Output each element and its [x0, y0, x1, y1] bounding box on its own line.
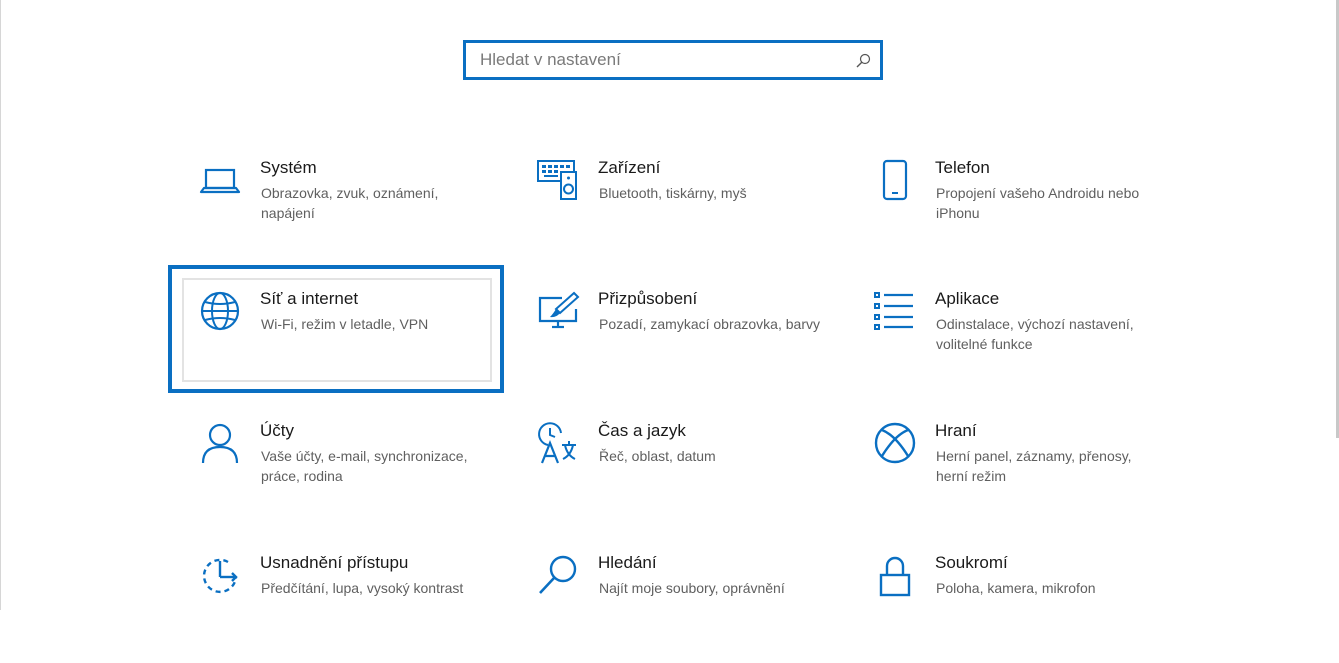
- search-icon[interactable]: [854, 52, 872, 70]
- tile-accounts[interactable]: Účty Vaše účty, e-mail, synchronizace, p…: [178, 421, 488, 531]
- tile-privacy[interactable]: Soukromí Poloha, kamera, mikrofon: [853, 553, 1163, 663]
- tile-ease-of-access[interactable]: Usnadnění přístupu Předčítání, lupa, vys…: [178, 553, 488, 663]
- search-input[interactable]: [466, 43, 846, 77]
- tile-description: Wi-Fi, režim v letadle, VPN: [261, 316, 429, 332]
- phone-icon: [873, 158, 917, 202]
- tile-description: Řeč, oblast, datum: [599, 448, 716, 464]
- search-icon: [536, 553, 580, 597]
- tile-title: Systém: [260, 158, 317, 177]
- tile-personalization[interactable]: Přizpůsobení Pozadí, zamykací obrazovka,…: [516, 289, 826, 399]
- tile-search[interactable]: Hledání Najít moje soubory, oprávnění: [516, 553, 826, 663]
- tile-time-language[interactable]: Čas a jazyk Řeč, oblast, datum: [516, 421, 826, 531]
- tile-title: Telefon: [935, 158, 990, 177]
- tile-title: Čas a jazyk: [598, 421, 686, 440]
- tile-description: Propojení vašeho Androidu nebo iPhonu: [936, 185, 1140, 221]
- lock-icon: [873, 553, 917, 597]
- tile-title: Hledání: [598, 553, 657, 572]
- devices-icon: [536, 158, 580, 202]
- tile-network-internet[interactable]: Síť a internet Wi-Fi, režim v letadle, V…: [178, 289, 488, 399]
- tile-title: Hraní: [935, 421, 977, 440]
- tile-system[interactable]: Systém Obrazovka, zvuk, oznámení, napáje…: [178, 158, 488, 268]
- tile-title: Zařízení: [598, 158, 661, 177]
- personalization-icon: [536, 289, 580, 333]
- tile-title: Účty: [260, 421, 294, 440]
- tile-title: Síť a internet: [260, 289, 359, 308]
- tile-apps[interactable]: Aplikace Odinstalace, výchozí nastavení,…: [853, 289, 1163, 399]
- xbox-icon: [873, 421, 917, 465]
- globe-icon: [198, 289, 242, 333]
- tile-description: Pozadí, zamykací obrazovka, barvy: [599, 316, 820, 332]
- tile-title: Přizpůsobení: [598, 289, 698, 308]
- laptop-icon: [198, 158, 242, 202]
- tile-devices[interactable]: Zařízení Bluetooth, tiskárny, myš: [516, 158, 826, 268]
- tile-title: Soukromí: [935, 553, 1008, 572]
- apps-list-icon: [873, 289, 917, 333]
- tile-title: Usnadnění přístupu: [260, 553, 409, 572]
- tile-description: Odinstalace, výchozí nastavení, voliteln…: [936, 316, 1134, 352]
- tile-description: Předčítání, lupa, vysoký kontrast: [261, 580, 464, 596]
- tile-description: Bluetooth, tiskárny, myš: [599, 185, 747, 201]
- tile-description: Herní panel, záznamy, přenosy, herní rež…: [936, 448, 1132, 484]
- ease-of-access-icon: [198, 553, 242, 597]
- tile-description: Obrazovka, zvuk, oznámení, napájení: [261, 185, 439, 221]
- window-border: [0, 0, 1, 610]
- search-box[interactable]: [463, 40, 883, 80]
- tile-phone[interactable]: Telefon Propojení vašeho Androidu nebo i…: [853, 158, 1163, 268]
- tile-description: Poloha, kamera, mikrofon: [936, 580, 1096, 596]
- person-icon: [198, 421, 242, 465]
- tile-description: Vaše účty, e-mail, synchronizace, práce,…: [261, 448, 468, 484]
- tile-title: Aplikace: [935, 289, 1000, 308]
- tile-gaming[interactable]: Hraní Herní panel, záznamy, přenosy, her…: [853, 421, 1163, 531]
- tile-description: Najít moje soubory, oprávnění: [599, 580, 785, 596]
- time-language-icon: [536, 421, 580, 465]
